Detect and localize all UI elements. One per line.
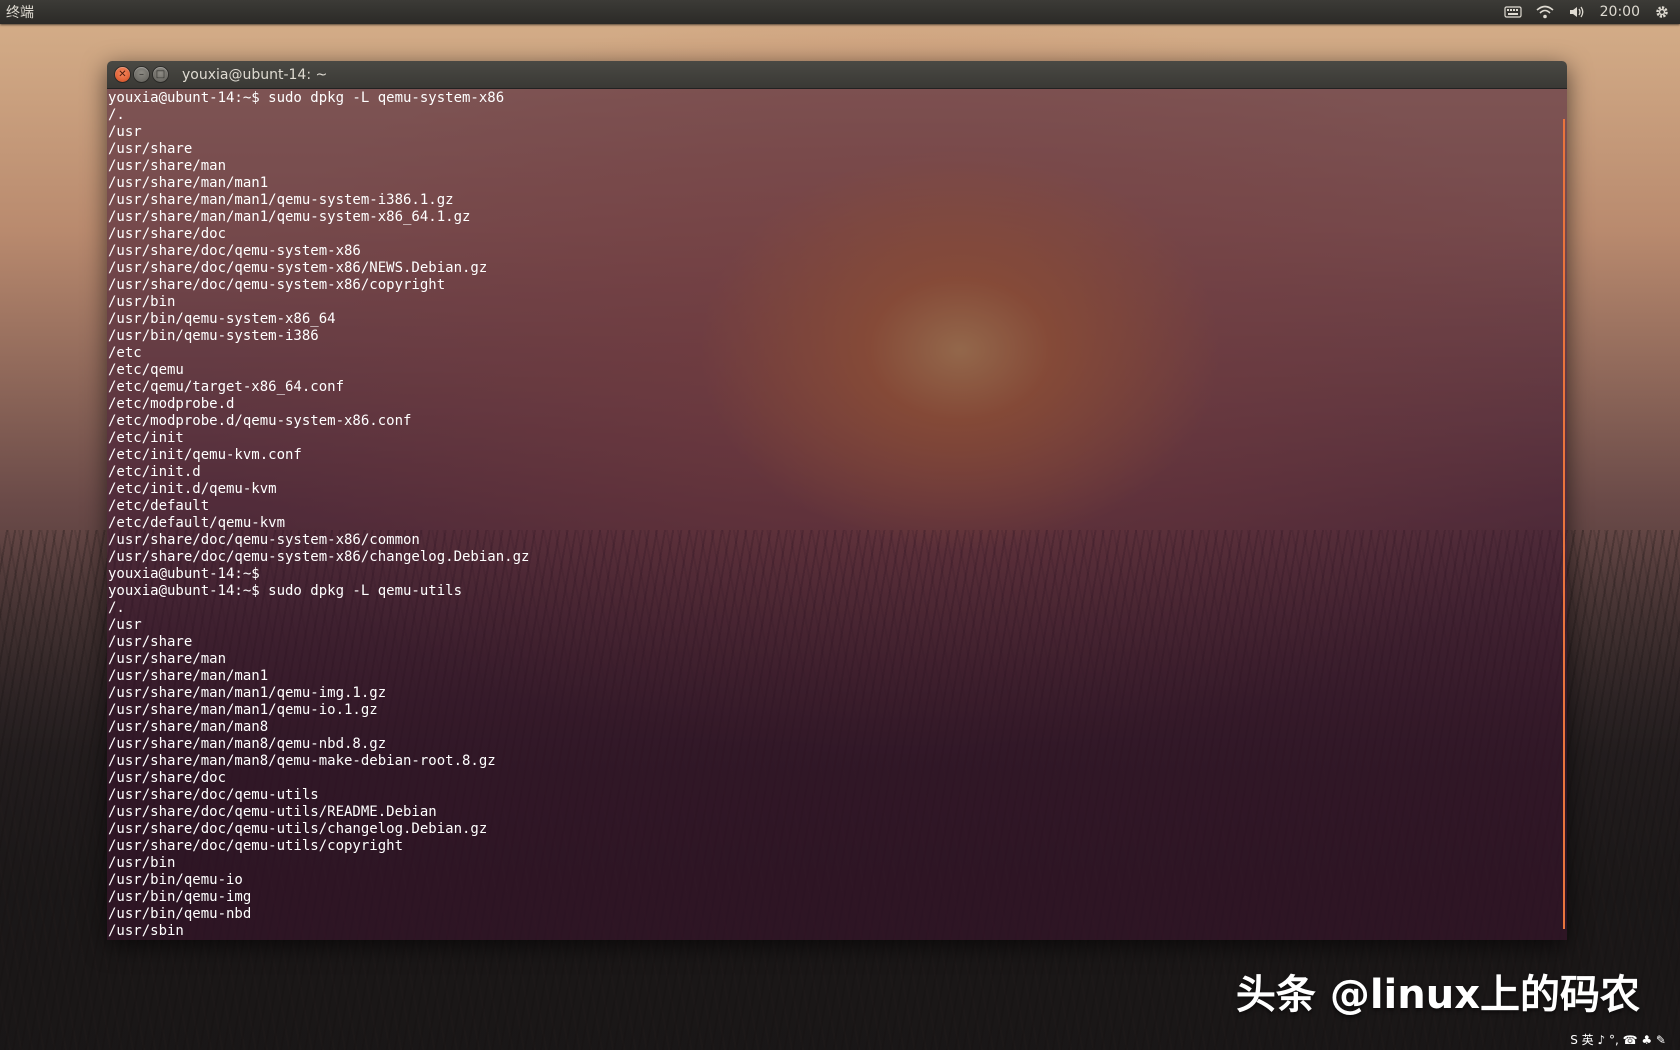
- scrollbar[interactable]: [1563, 119, 1565, 929]
- terminal-line: /usr/share/doc/qemu-system-x86/copyright: [108, 277, 446, 293]
- terminal-line: /etc/qemu: [108, 362, 184, 378]
- terminal-line: /usr/share/man/man1/qemu-img.1.gz: [108, 685, 387, 701]
- top-panel: 终端 20:00: [0, 0, 1680, 24]
- terminal-line: /usr/share/doc/qemu-utils/README.Debian: [108, 804, 437, 820]
- terminal-line: /usr/share/doc/qemu-system-x86/NEWS.Debi…: [108, 260, 488, 276]
- terminal-line: /usr/share: [108, 141, 193, 157]
- terminal-line: /usr/bin: [108, 294, 176, 310]
- terminal-line: /usr/share/man/man8: [108, 719, 269, 735]
- terminal-area[interactable]: youxia@ubunt-14:~$ sudo dpkg -L qemu-sys…: [107, 89, 1567, 940]
- window-title: youxia@ubunt-14: ~: [182, 66, 328, 83]
- minimize-icon[interactable]: –: [134, 67, 149, 82]
- terminal-line: /etc: [108, 345, 142, 361]
- terminal-line: /etc/default: [108, 498, 210, 514]
- clock[interactable]: 20:00: [1600, 4, 1640, 20]
- terminal-line: /usr/share/man/man1/qemu-system-x86_64.1…: [108, 209, 471, 225]
- terminal-line: /etc/init.d/qemu-kvm: [108, 481, 277, 497]
- terminal-line: /.: [108, 600, 125, 616]
- terminal-line: /usr/bin: [108, 855, 176, 871]
- terminal-line: /usr/share: [108, 634, 193, 650]
- terminal-line: /usr/bin/qemu-nbd: [108, 906, 252, 922]
- window-controls: ✕ – □: [107, 67, 168, 82]
- terminal-line: /usr/bin/qemu-io: [108, 872, 243, 888]
- watermark: 头条 @linux上的码农: [1235, 972, 1640, 1018]
- wifi-icon[interactable]: [1536, 5, 1554, 19]
- terminal-line: /usr/sbin: [108, 923, 184, 939]
- terminal-line: youxia@ubunt-14:~$: [108, 566, 260, 582]
- ime-toolbar[interactable]: S 英 ♪ °, ☎ ♣ ✎: [1570, 1031, 1666, 1048]
- terminal-line: /usr/share/man/man8/qemu-nbd.8.gz: [108, 736, 387, 752]
- terminal-line: /usr/share/man/man1: [108, 668, 269, 684]
- indicator-area: 20:00: [1504, 4, 1680, 20]
- app-title: 终端: [6, 5, 34, 21]
- terminal-line: /.: [108, 107, 125, 123]
- terminal-line: /etc/modprobe.d/qemu-system-x86.conf: [108, 413, 412, 429]
- gear-icon[interactable]: [1654, 4, 1670, 20]
- terminal-line: /usr/share/man/man8/qemu-make-debian-roo…: [108, 753, 496, 769]
- terminal-line: /usr/share/doc/qemu-utils: [108, 787, 319, 803]
- terminal-line: /etc/modprobe.d: [108, 396, 235, 412]
- terminal-line: /usr/share/man/man1: [108, 175, 269, 191]
- terminal-line: youxia@ubunt-14:~$ sudo dpkg -L qemu-sys…: [108, 90, 505, 106]
- terminal-output: youxia@ubunt-14:~$ sudo dpkg -L qemu-sys…: [108, 90, 1557, 940]
- terminal-line: /usr/share/doc/qemu-system-x86/common: [108, 532, 420, 548]
- terminal-line: /etc/default/qemu-kvm: [108, 515, 286, 531]
- terminal-line: /usr/share/man/man1/qemu-system-i386.1.g…: [108, 192, 454, 208]
- close-icon[interactable]: ✕: [115, 67, 130, 82]
- terminal-line: /usr: [108, 617, 142, 633]
- terminal-line: /usr/bin/qemu-img: [108, 889, 252, 905]
- terminal-line: /usr/share/doc/qemu-utils/changelog.Debi…: [108, 821, 488, 837]
- terminal-line: /etc/init: [108, 430, 184, 446]
- volume-icon[interactable]: [1568, 5, 1586, 19]
- keyboard-icon[interactable]: [1504, 5, 1522, 19]
- maximize-icon[interactable]: □: [153, 67, 168, 82]
- terminal-line: /usr/share/doc/qemu-system-x86: [108, 243, 361, 259]
- terminal-line: /usr/share/doc: [108, 226, 227, 242]
- terminal-line: /etc/init.d: [108, 464, 201, 480]
- terminal-line: /usr/bin/qemu-system-i386: [108, 328, 319, 344]
- terminal-line: /etc/qemu/target-x86_64.conf: [108, 379, 345, 395]
- terminal-line: /usr: [108, 124, 142, 140]
- terminal-line: /usr/share/man: [108, 158, 227, 174]
- terminal-line: /usr/bin/qemu-system-x86_64: [108, 311, 336, 327]
- terminal-line: /usr/share/doc: [108, 770, 227, 786]
- terminal-line: youxia@ubunt-14:~$ sudo dpkg -L qemu-uti…: [108, 583, 463, 599]
- terminal-line: /usr/share/man: [108, 651, 227, 667]
- terminal-window[interactable]: ✕ – □ youxia@ubunt-14: ~ youxia@ubunt-14…: [107, 61, 1567, 940]
- terminal-line: /etc/init/qemu-kvm.conf: [108, 447, 302, 463]
- terminal-line: /usr/share/doc/qemu-utils/copyright: [108, 838, 404, 854]
- terminal-line: /usr/share/doc/qemu-system-x86/changelog…: [108, 549, 530, 565]
- terminal-line: /usr/share/man/man1/qemu-io.1.gz: [108, 702, 378, 718]
- window-titlebar[interactable]: ✕ – □ youxia@ubunt-14: ~: [107, 61, 1567, 89]
